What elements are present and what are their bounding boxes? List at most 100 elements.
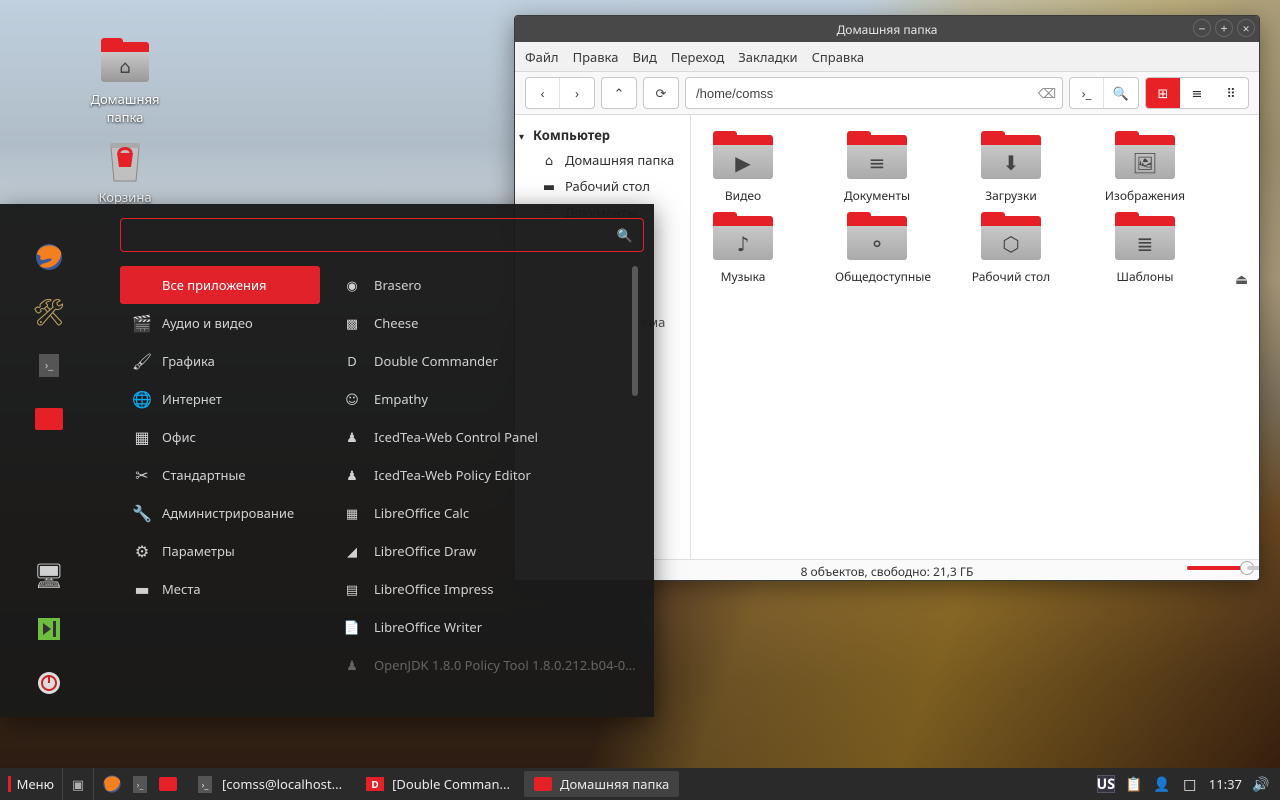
menu-search-input[interactable] (131, 228, 617, 243)
ql-firefox-icon[interactable] (100, 772, 124, 796)
app-item[interactable]: ▩Cheese (334, 304, 644, 342)
app-item[interactable]: ▤LibreOffice Impress (334, 570, 644, 608)
folder-item[interactable]: ♪Музыка (701, 216, 785, 285)
taskbar-task[interactable]: Домашняя папка (524, 771, 679, 797)
folder-label: Загрузки (969, 187, 1053, 204)
window-titlebar[interactable]: Домашняя папка − + × (515, 16, 1259, 42)
category-item[interactable]: 🎬Аудио и видео (120, 304, 320, 342)
desktop-home-folder[interactable]: ⌂ Домашняя папка (75, 38, 175, 126)
up-button[interactable]: ⌃ (602, 77, 636, 109)
folder-item[interactable]: ≣Шаблоны (1103, 216, 1187, 285)
maximize-icon[interactable]: + (1215, 19, 1233, 37)
app-list: ◉Brasero▩CheeseDDouble Commander☺Empathy… (334, 266, 644, 696)
clock[interactable]: 11:37 (1209, 775, 1242, 793)
category-item[interactable]: ✂Стандартные (120, 456, 320, 494)
settings-icon[interactable]: 🛠 (32, 294, 66, 328)
menu-view[interactable]: Вид (632, 48, 656, 66)
forward-button[interactable]: › (560, 77, 594, 109)
app-item[interactable]: ◯Pix (334, 684, 644, 696)
app-item[interactable]: ◢LibreOffice Draw (334, 532, 644, 570)
menu-file[interactable]: Файл (525, 48, 559, 66)
app-item[interactable]: DDouble Commander (334, 342, 644, 380)
menu-bookmarks[interactable]: Закладки (738, 48, 797, 66)
close-icon[interactable]: × (1237, 19, 1255, 37)
folder-item[interactable]: ▶Видео (701, 135, 785, 204)
shutdown-icon[interactable] (32, 666, 66, 700)
menu-button[interactable]: Меню (0, 768, 62, 800)
category-item[interactable]: ▬Места (120, 570, 320, 608)
task-label: Домашняя папка (560, 775, 669, 793)
desktop-trash[interactable]: Корзина (75, 136, 175, 206)
view-list-icon[interactable]: ≡ (1180, 77, 1214, 109)
folder-icon: ⚬ (847, 216, 907, 260)
task-icon: ›_ (196, 775, 214, 793)
reload-button[interactable]: ⟳ (644, 77, 678, 109)
menu-help[interactable]: Справка (812, 48, 865, 66)
category-item[interactable]: Все приложения (120, 266, 320, 304)
menu-edit[interactable]: Правка (573, 48, 619, 66)
keyboard-layout[interactable]: US (1097, 775, 1115, 793)
menu-bar: Файл Правка Вид Переход Закладки Справка (515, 42, 1259, 72)
app-label: IcedTea-Web Policy Editor (374, 466, 531, 484)
back-button[interactable]: ‹ (526, 77, 560, 109)
app-label: Empathy (374, 390, 428, 408)
sidebar-item-home[interactable]: ⌂Домашняя папка (519, 147, 686, 173)
sound-icon[interactable]: 🔊 (1252, 775, 1270, 793)
terminal-icon[interactable]: ›_ (32, 348, 66, 382)
app-item[interactable]: ♟OpenJDK 1.8.0 Policy Tool 1.8.0.212.b04… (334, 646, 644, 684)
folder-label: Шаблоны (1103, 268, 1187, 285)
app-menu: 🛠 ›_ 🖥 🔍 Все приложения🎬Аудио и видео🖌Гр… (0, 204, 654, 717)
show-desktop-button[interactable]: ▣ (62, 768, 94, 800)
folder-icon: ♪ (713, 216, 773, 260)
menu-go[interactable]: Переход (671, 48, 724, 66)
category-icon: 🎬 (132, 313, 152, 333)
minimize-icon[interactable]: − (1193, 19, 1211, 37)
category-item[interactable]: ▦Офис (120, 418, 320, 456)
taskbar: Меню ▣ ›_ ›_[comss@localhost...D[Double … (0, 768, 1280, 800)
files-icon[interactable] (32, 402, 66, 436)
search-button[interactable]: 🔍 (1104, 77, 1138, 109)
app-item[interactable]: ◉Brasero (334, 266, 644, 304)
app-item[interactable]: ▦LibreOffice Calc (334, 494, 644, 532)
path-input[interactable] (686, 86, 1032, 101)
display-settings-icon[interactable]: 🖥 (32, 558, 66, 592)
view-grid-icon[interactable]: ⊞ (1146, 77, 1180, 109)
folder-item[interactable]: ≡Документы (835, 135, 919, 204)
path-clear-icon[interactable]: ⌫ (1032, 84, 1062, 102)
sidebar-item-desktop[interactable]: ▬Рабочий стол (519, 173, 686, 199)
home-folder-icon: ⌂ (101, 38, 149, 86)
taskbar-task[interactable]: ›_[comss@localhost... (186, 771, 352, 797)
battery-icon[interactable]: □ (1181, 775, 1199, 793)
ql-terminal-icon[interactable]: ›_ (128, 772, 152, 796)
app-item[interactable]: ♟ IcedTea-Web Policy Editor (334, 456, 644, 494)
app-item[interactable]: ♟IcedTea-Web Control Panel (334, 418, 644, 456)
category-label: Места (162, 580, 201, 598)
folder-item[interactable]: ⬡Рабочий стол (969, 216, 1053, 285)
terminal-button[interactable]: ›_ (1070, 77, 1104, 109)
category-item[interactable]: ⚙Параметры (120, 532, 320, 570)
app-item[interactable]: 📄LibreOffice Writer (334, 608, 644, 646)
folder-item[interactable]: 🖼Изображения (1103, 135, 1187, 204)
file-area[interactable]: ▶Видео ≡Документы ⬇Загрузки 🖼Изображения ♪Му… (691, 115, 1259, 559)
firefox-icon[interactable] (32, 240, 66, 274)
zoom-slider[interactable] (1187, 566, 1247, 570)
category-item[interactable]: 🌐Интернет (120, 380, 320, 418)
category-item[interactable]: 🖌Графика (120, 342, 320, 380)
app-item[interactable]: ☺Empathy (334, 380, 644, 418)
view-compact-icon[interactable]: ⠿ (1214, 77, 1248, 109)
sidebar-header[interactable]: Компьютер (519, 123, 686, 147)
app-icon: ♟ (342, 465, 362, 485)
menu-search[interactable]: 🔍 (120, 218, 644, 252)
ql-files-icon[interactable] (156, 772, 180, 796)
user-icon[interactable]: 👤 (1153, 775, 1171, 793)
category-label: Графика (162, 352, 215, 370)
logout-icon[interactable] (32, 612, 66, 646)
app-icon: ♟ (342, 655, 362, 675)
folder-item[interactable]: ⚬Общедоступные (835, 216, 919, 285)
taskbar-task[interactable]: D[Double Comman... (356, 771, 520, 797)
folder-item[interactable]: ⬇Загрузки (969, 135, 1053, 204)
scrollbar-thumb[interactable] (632, 266, 638, 396)
app-icon: D (342, 351, 362, 371)
category-item[interactable]: 🔧Администрирование (120, 494, 320, 532)
clipboard-icon[interactable]: 📋 (1125, 775, 1143, 793)
